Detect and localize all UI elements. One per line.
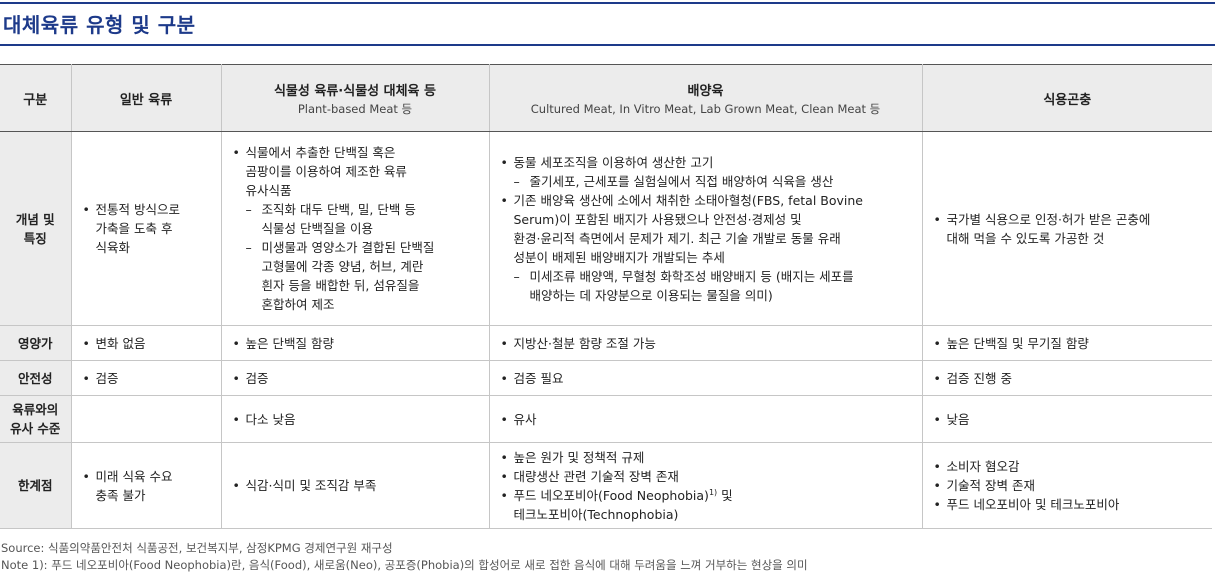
list-item: 검증 필요 bbox=[500, 369, 914, 388]
cell-concept-insect: 국가별 식용으로 인정·허가 받은 곤충에 대해 먹을 수 있도록 가공한 것 bbox=[921, 131, 1212, 326]
list-item: 미래 식육 수요 충족 불가 bbox=[82, 467, 213, 505]
list-item: 검증 진행 중 bbox=[933, 369, 1205, 388]
table-row-limits: 한계점 미래 식육 수요 충족 불가 식감·식미 및 조직감 부족 높은 원가 … bbox=[0, 442, 1212, 529]
table-header-row: 구분 일반 육류 식물성 육류·식물성 대체육 등 Plant-based Me… bbox=[0, 64, 1212, 132]
table-row-safety: 안전성 검증 검증 검증 필요 검증 진행 중 bbox=[0, 360, 1212, 396]
header-plant-based-subtitle: Plant-based Meat 등 bbox=[297, 101, 413, 116]
list-item: 낮음 bbox=[933, 410, 1205, 429]
list-item: 푸드 네오포비아(Food Neophobia)1) 및 테크노포비아(Tech… bbox=[500, 486, 914, 524]
list-item: 동물 세포조직을 이용하여 생산한 고기 bbox=[500, 153, 914, 172]
list-item: 높은 단백질 함량 bbox=[232, 334, 481, 353]
footnote-marker: 1) bbox=[708, 487, 718, 497]
page-title: 대체육류 유형 및 구분 bbox=[3, 13, 196, 37]
sub-list-item: 줄기세포, 근세포를 실험실에서 직접 배양하여 식육을 생산 bbox=[500, 172, 914, 191]
header-cultured-subtitle: Cultured Meat, In Vitro Meat, Lab Grown … bbox=[530, 101, 881, 116]
cell-concept-plant: 식물에서 추출한 단백질 혹은 곰팡이를 이용하여 제조한 육류 유사식품 조직… bbox=[220, 131, 489, 326]
list-item: 다소 낮음 bbox=[232, 410, 481, 429]
cell-limits-insect: 소비자 혐오감 기술적 장벽 존재 푸드 네오포비아 및 테크노포비아 bbox=[921, 442, 1212, 529]
note-text: Note 1): 푸드 네오포비아(Food Neophobia)란, 음식(F… bbox=[1, 558, 808, 572]
list-item: 유사 bbox=[500, 410, 914, 429]
list-item: 변화 없음 bbox=[82, 334, 213, 353]
row-label-safety: 안전성 bbox=[0, 360, 71, 396]
list-item: 기존 배양육 생산에 소에서 채취한 소태아혈청(FBS, fetal Bovi… bbox=[500, 191, 914, 267]
cell-concept-general: 전통적 방식으로 가축을 도축 후 식육화 bbox=[70, 131, 221, 326]
list-item: 전통적 방식으로 가축을 도축 후 식육화 bbox=[82, 200, 213, 257]
title-bar: 대체육류 유형 및 구분 bbox=[0, 0, 1215, 48]
header-cultured-meat: 배양육 Cultured Meat, In Vitro Meat, Lab Gr… bbox=[488, 64, 922, 132]
list-item: 소비자 혐오감 bbox=[933, 457, 1205, 476]
table-row-nutrition: 영양가 변화 없음 높은 단백질 함량 지방산·철분 함량 조절 가능 높은 단… bbox=[0, 325, 1212, 361]
row-label-limits: 한계점 bbox=[0, 442, 71, 529]
list-item: 검증 bbox=[82, 369, 213, 388]
list-item: 기술적 장벽 존재 bbox=[933, 476, 1205, 495]
row-label-similarity: 육류와의 유사 수준 bbox=[0, 395, 71, 443]
title-top-rule bbox=[0, 2, 1215, 4]
list-item: 대량생산 관련 기술적 장벽 존재 bbox=[500, 467, 914, 486]
list-item: 검증 bbox=[232, 369, 481, 388]
list-item: 식물에서 추출한 단백질 혹은 곰팡이를 이용하여 제조한 육류 유사식품 bbox=[232, 143, 481, 200]
list-item: 푸드 네오포비아 및 테크노포비아 bbox=[933, 495, 1205, 514]
list-item: 높은 단백질 및 무기질 함량 bbox=[933, 334, 1205, 353]
header-category: 구분 bbox=[0, 64, 71, 132]
header-plant-based: 식물성 육류·식물성 대체육 등 Plant-based Meat 등 bbox=[220, 64, 489, 132]
sub-list-item: 조직화 대두 단백, 밀, 단백 등 식물성 단백질을 이용 bbox=[232, 200, 481, 238]
table-row-similarity: 육류와의 유사 수준 다소 낮음 유사 낮음 bbox=[0, 395, 1212, 443]
row-label-concept: 개념 및 특징 bbox=[0, 131, 71, 326]
cell-limits-cultured: 높은 원가 및 정책적 규제 대량생산 관련 기술적 장벽 존재 푸드 네오포비… bbox=[488, 442, 922, 529]
header-cultured-title: 배양육 bbox=[687, 83, 724, 99]
header-edible-insects: 식용곤충 bbox=[921, 64, 1212, 132]
list-item: 식감·식미 및 조직감 부족 bbox=[232, 476, 481, 495]
list-item: 지방산·철분 함량 조절 가능 bbox=[500, 334, 914, 353]
meat-alternatives-table: 구분 일반 육류 식물성 육류·식물성 대체육 등 Plant-based Me… bbox=[0, 64, 1212, 529]
source-text: Source: 식품의약품안전처 식품공전, 보건복지부, 삼정KPMG 경제연… bbox=[1, 541, 393, 555]
header-general-meat: 일반 육류 bbox=[70, 64, 221, 132]
title-bottom-rule bbox=[0, 44, 1215, 46]
cell-concept-cultured: 동물 세포조직을 이용하여 생산한 고기 줄기세포, 근세포를 실험실에서 직접… bbox=[488, 131, 922, 326]
list-item: 높은 원가 및 정책적 규제 bbox=[500, 448, 914, 467]
header-plant-based-title: 식물성 육류·식물성 대체육 등 bbox=[273, 83, 437, 99]
cell-similarity-general-empty bbox=[70, 395, 221, 443]
sub-list-item: 미세조류 배양액, 무혈청 화학조성 배양배지 등 (배지는 세포를 배양하는 … bbox=[500, 267, 914, 305]
sub-list-item: 미생물과 영양소가 결합된 단백질 고형물에 각종 양념, 허브, 계란 흰자 … bbox=[232, 238, 481, 314]
list-item: 국가별 식용으로 인정·허가 받은 곤충에 대해 먹을 수 있도록 가공한 것 bbox=[933, 210, 1205, 248]
footnotes: Source: 식품의약품안전처 식품공전, 보건복지부, 삼정KPMG 경제연… bbox=[1, 540, 808, 574]
row-label-nutrition: 영양가 bbox=[0, 325, 71, 361]
table-row-concept: 개념 및 특징 전통적 방식으로 가축을 도축 후 식육화 식물에서 추출한 단… bbox=[0, 131, 1212, 326]
